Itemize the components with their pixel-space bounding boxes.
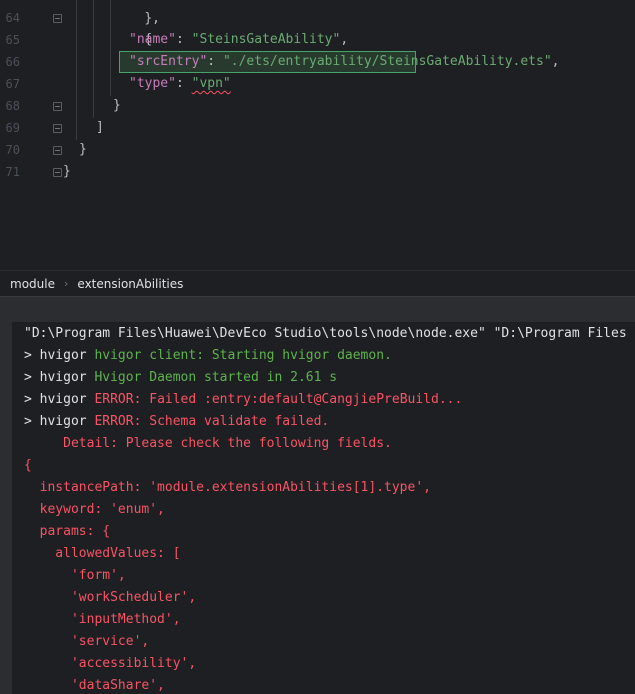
error-underline-value[interactable]: "vpn" bbox=[192, 76, 231, 91]
console-line: 'accessibility', bbox=[24, 656, 197, 671]
code-line: } bbox=[113, 98, 121, 113]
chevron-right-icon: › bbox=[63, 277, 69, 290]
console-line: > hvigor ERROR: Schema validate failed. bbox=[24, 414, 330, 429]
console-line: "D:\Program Files\Huawei\DevEco Studio\t… bbox=[24, 326, 627, 341]
code-editor[interactable]: }, 64 { 65 "name": "SteinsGateAbility", … bbox=[0, 0, 635, 270]
code-line: "name": "SteinsGateAbility", bbox=[129, 32, 349, 47]
console-line: > hvigor ERROR: Failed :entry:default@Ca… bbox=[24, 392, 463, 407]
console-line: > hvigor Hvigor Daemon started in 2.61 s bbox=[24, 370, 338, 385]
breadcrumb: module › extensionAbilities bbox=[0, 270, 635, 296]
code-line: "type": "vpn" bbox=[129, 76, 231, 91]
console-line: 'dataShare', bbox=[24, 678, 165, 693]
console-line: 'form', bbox=[24, 568, 126, 583]
console-line: 'inputMethod', bbox=[24, 612, 181, 627]
console-line: allowedValues: [ bbox=[24, 546, 181, 561]
console-line: Detail: Please check the following field… bbox=[24, 436, 392, 451]
panel-splitter[interactable] bbox=[0, 296, 635, 322]
code-line: } bbox=[63, 164, 71, 179]
console-line: keyword: 'enum', bbox=[24, 502, 165, 517]
console-line: > hvigor hvigor client: Starting hvigor … bbox=[24, 348, 392, 363]
code-line: { bbox=[144, 32, 153, 47]
breadcrumb-item-extension-abilities[interactable]: extensionAbilities bbox=[77, 277, 183, 291]
code-line: "srcEntry": "./ets/entryability/SteinsGa… bbox=[129, 54, 560, 69]
code-line: } bbox=[79, 142, 87, 157]
code-line: ] bbox=[96, 120, 104, 135]
console-line: { bbox=[24, 458, 32, 473]
console-line: 'service', bbox=[24, 634, 150, 649]
console-line: 'workScheduler', bbox=[24, 590, 197, 605]
console-line: params: { bbox=[24, 524, 111, 539]
console-line: instancePath: 'module.extensionAbilities… bbox=[24, 480, 431, 495]
breadcrumb-item-module[interactable]: module bbox=[10, 277, 55, 291]
console-gutter bbox=[0, 322, 12, 694]
run-console[interactable]: "D:\Program Files\Huawei\DevEco Studio\t… bbox=[0, 322, 635, 694]
